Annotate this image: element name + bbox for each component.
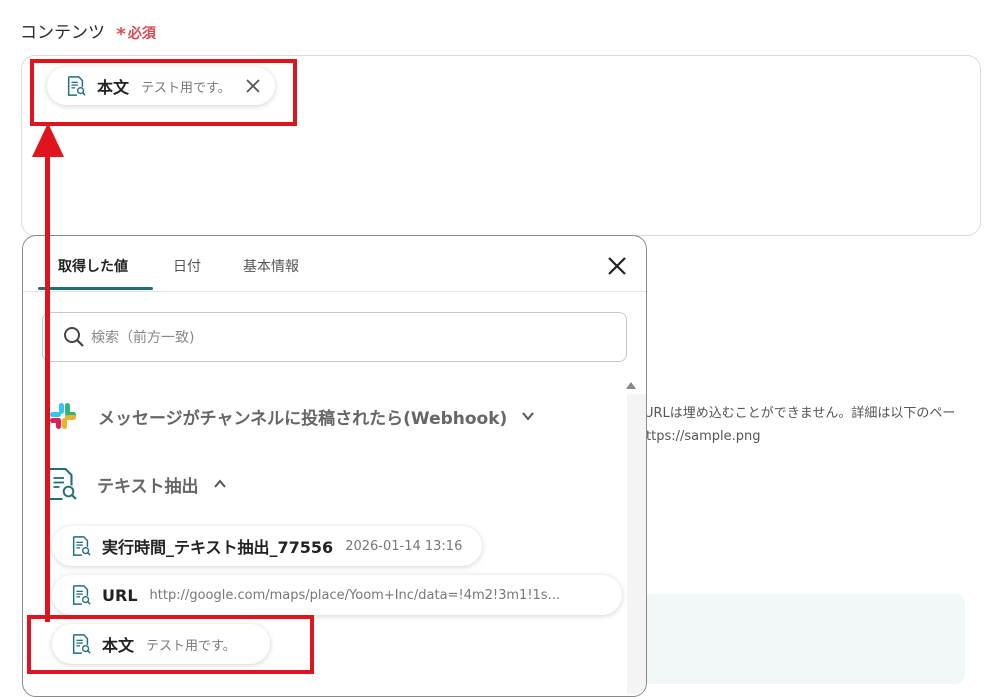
section-slack-webhook[interactable]: メッセージがチャンネルに投稿されたら(Webhook) <box>48 401 535 431</box>
search-input[interactable] <box>89 325 613 351</box>
section-title: メッセージがチャンネルに投稿されたら(Webhook) <box>98 408 508 429</box>
active-tab-indicator <box>38 287 153 290</box>
search-icon <box>64 327 84 347</box>
list-item[interactable]: 実行時間_テキスト抽出_77556 2026-01-14 13:16 <box>52 526 483 566</box>
help-text-line-2: ttps://sample.png <box>646 429 761 444</box>
document-search-icon <box>72 585 91 605</box>
search-box <box>42 312 627 362</box>
tab-acquired-values[interactable]: 取得した値 <box>58 256 128 276</box>
item-value: http://google.com/maps/place/Yoom+Inc/da… <box>149 587 560 603</box>
field-label: コンテンツ * 必須 <box>20 18 156 45</box>
tab-bar: 取得した値 日付 基本情報 <box>23 236 646 292</box>
annotation-arrow-line <box>45 150 50 622</box>
section-text-extraction[interactable]: テキスト抽出 <box>43 466 227 502</box>
slack-icon <box>50 403 76 429</box>
document-search-icon <box>72 536 91 556</box>
required-badge: * 必須 <box>116 24 156 45</box>
tab-basic-info[interactable]: 基本情報 <box>243 256 299 276</box>
highlight-box-selected <box>30 59 297 126</box>
chevron-up-icon <box>213 479 226 488</box>
close-icon[interactable] <box>606 255 628 277</box>
list-item[interactable]: URL http://google.com/maps/place/Yoom+In… <box>52 575 622 615</box>
scroll-up-arrow[interactable] <box>626 382 636 389</box>
chevron-down-icon <box>522 412 535 421</box>
item-key: 実行時間_テキスト抽出_77556 <box>102 538 334 557</box>
help-text-line-1: URLは埋め込むことができません。詳細は以下のペー <box>644 406 956 421</box>
field-label-text: コンテンツ <box>20 23 105 43</box>
highlight-box-source <box>27 615 314 674</box>
section-title: テキスト抽出 <box>97 476 199 497</box>
item-key: URL <box>102 585 138 605</box>
background-card <box>640 594 965 684</box>
item-value: 2026-01-14 13:16 <box>345 538 463 554</box>
annotation-arrow-head <box>32 123 64 157</box>
scrollbar-track[interactable] <box>627 394 646 694</box>
tab-date[interactable]: 日付 <box>173 256 201 276</box>
